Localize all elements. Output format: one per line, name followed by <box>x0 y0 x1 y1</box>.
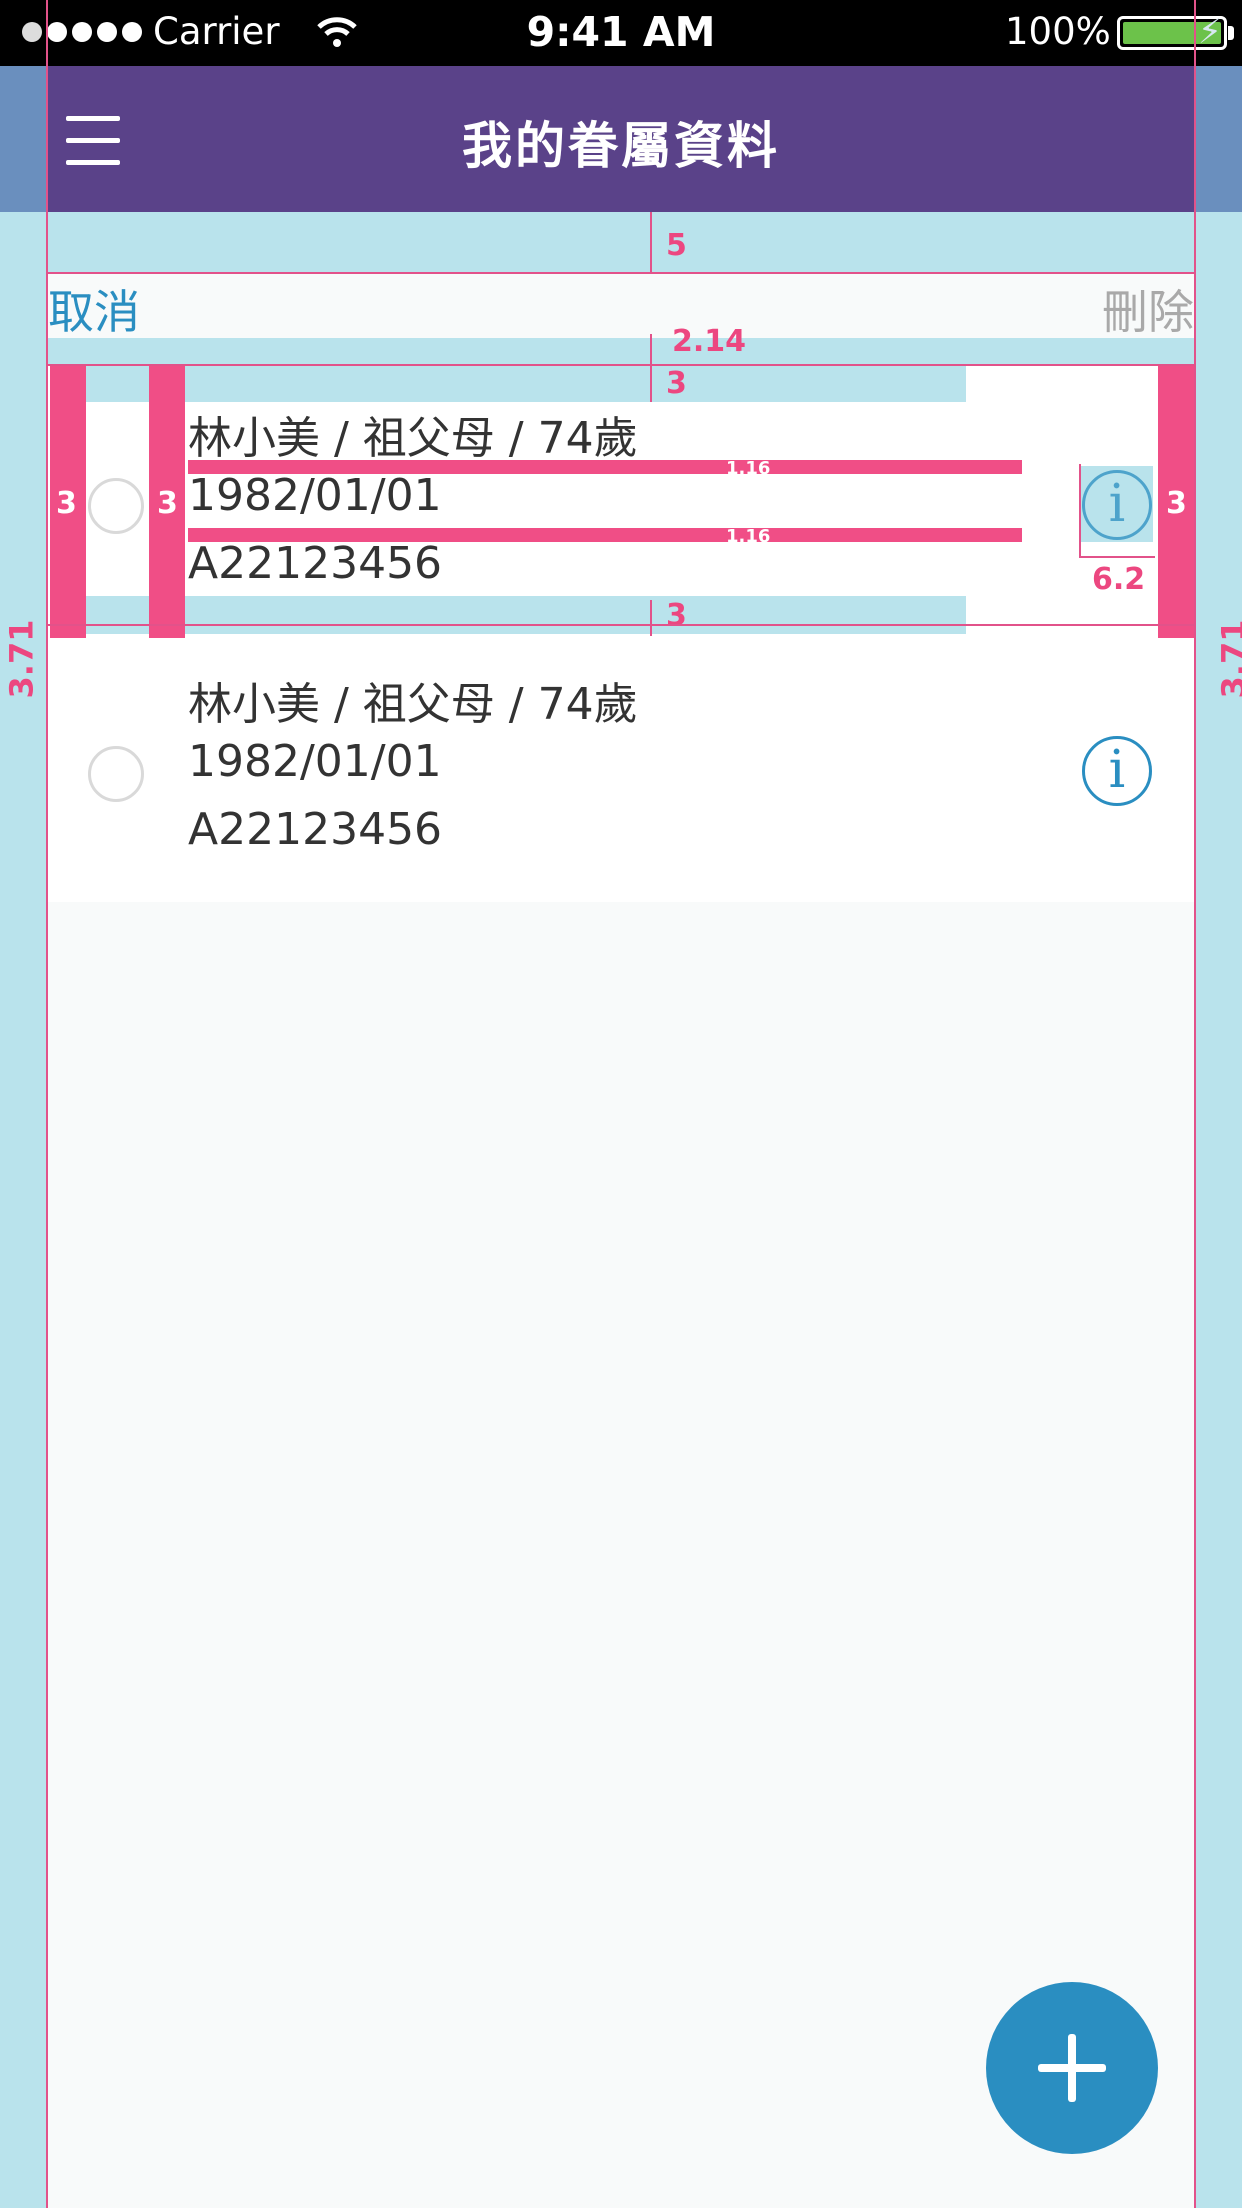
annotation-line-gap <box>188 528 1022 542</box>
dependent-summary: 林小美 / 祖父母 / 74歲 <box>188 413 638 464</box>
guide-line-h <box>46 364 1196 366</box>
annotation-label: 3 <box>666 598 687 633</box>
guide-line-h <box>46 624 1196 626</box>
list-item[interactable]: 林小美 / 祖父母 / 74歲 1982/01/01 A22123456 i <box>46 638 1196 902</box>
select-radio[interactable] <box>88 746 144 802</box>
annotation-label: 3 <box>1166 486 1187 521</box>
annotation-marker <box>1079 464 1081 558</box>
annotation-label: 3.71 <box>1214 619 1242 699</box>
annotation-label: 3.71 <box>2 619 41 699</box>
annotation-marker <box>1079 556 1155 558</box>
info-icon[interactable]: i <box>1082 736 1152 806</box>
annotation-label: 3 <box>56 486 77 521</box>
annotation-label: 1.16 <box>726 458 771 479</box>
annotation-label: 3 <box>666 366 687 401</box>
guide-line-right <box>1194 0 1196 2208</box>
plus-icon <box>1068 2034 1076 2102</box>
row-top-pad <box>86 366 966 402</box>
annotation-label: 3 <box>157 486 178 521</box>
page-title: 我的眷屬資料 <box>462 117 780 175</box>
dependent-id: A22123456 <box>188 538 443 589</box>
dependent-birthdate: 1982/01/01 <box>188 470 442 521</box>
annotation-label: 6.2 <box>1092 562 1146 597</box>
nav-side-left <box>0 66 46 212</box>
dependent-birthdate: 1982/01/01 <box>188 736 442 787</box>
annotation-label: 5 <box>666 228 687 263</box>
nav-side-right <box>1196 66 1242 212</box>
annotation-label: 2.14 <box>672 324 747 359</box>
status-bar: Carrier 9:41 AM 100% <box>0 0 1242 66</box>
guide-line-h <box>46 272 1196 274</box>
annotation-line-gap <box>188 460 1022 474</box>
charging-icon: ⚡ <box>1198 12 1222 52</box>
list-item[interactable]: 林小美 / 祖父母 / 74歲 1982/01/01 A22123456 i 3… <box>46 366 1196 638</box>
select-radio[interactable] <box>88 478 144 534</box>
top-gap <box>46 212 1196 274</box>
nav-bar: 我的眷屬資料 <box>46 66 1196 212</box>
action-gap <box>46 338 1196 366</box>
guide-line-left <box>46 0 48 2208</box>
annotation-label: 1.16 <box>726 526 771 547</box>
action-row: 取消 刪除 <box>46 274 1196 339</box>
battery-tip <box>1228 26 1234 40</box>
annotation-marker <box>650 366 652 402</box>
info-icon[interactable]: i <box>1082 470 1152 540</box>
dependent-summary: 林小美 / 祖父母 / 74歲 <box>188 679 638 730</box>
annotation-marker <box>650 334 652 368</box>
cancel-button[interactable]: 取消 <box>48 276 140 342</box>
annotation-marker <box>650 600 652 636</box>
battery-percent: 100% <box>1005 10 1111 53</box>
dependent-id: A22123456 <box>188 804 443 855</box>
add-dependent-button[interactable] <box>986 1982 1158 2154</box>
row-bottom-pad <box>86 596 966 634</box>
annotation-marker <box>650 212 652 274</box>
delete-button[interactable]: 刪除 <box>1102 276 1194 342</box>
content-area: 取消 刪除 林小美 / 祖父母 / 74歲 1982/01/01 A221234… <box>46 212 1196 2208</box>
